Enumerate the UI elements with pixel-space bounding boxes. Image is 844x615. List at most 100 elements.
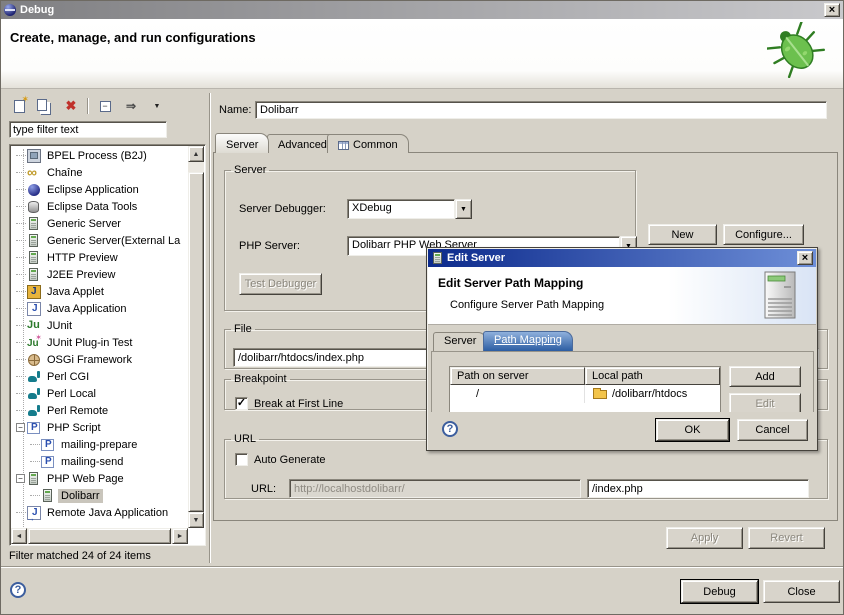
tree-item-junit[interactable]: JUnit (11, 317, 188, 334)
tree-connector (16, 206, 26, 207)
tree-item-eclipse-data-tools[interactable]: Eclipse Data Tools (11, 198, 188, 215)
tree-item-perl-local[interactable]: Perl Local (11, 385, 188, 402)
horizontal-scroll-thumb[interactable] (28, 528, 171, 544)
tree-item-eclipse-application[interactable]: Eclipse Application (11, 181, 188, 198)
tree-item-osgi-framework[interactable]: OSGi Framework (11, 351, 188, 368)
tree-item-php-script[interactable]: −PHP Script (11, 419, 188, 436)
dialog-tab-path-mapping[interactable]: Path Mapping (483, 331, 573, 351)
tree-item-label: Remote Java Application (44, 506, 171, 520)
name-input[interactable] (255, 101, 827, 119)
tree-item-cha-ne[interactable]: Chaîne (11, 164, 188, 181)
server-debugger-value: XDebug (347, 199, 455, 219)
tree-item-label: JUnit (44, 319, 75, 333)
chevron-down-icon[interactable]: ▼ (455, 199, 472, 219)
tree-item-label: mailing-prepare (58, 438, 140, 452)
tree-item-junit-plug-in-test[interactable]: JUnit Plug-in Test (11, 334, 188, 351)
dialog-close-button[interactable]: × (797, 251, 813, 265)
scroll-left-icon[interactable]: ◄ (11, 528, 27, 544)
tree-item-label: Perl CGI (44, 370, 92, 384)
server-icon (29, 268, 38, 281)
cancel-button[interactable]: Cancel (737, 419, 808, 441)
tree-connector (16, 240, 26, 241)
delete-icon[interactable]: ✖ (61, 97, 81, 115)
tree-connector (16, 325, 26, 326)
scroll-right-icon[interactable]: ► (172, 528, 188, 544)
break-first-line-checkbox[interactable]: ✓ (235, 397, 248, 410)
tree-item-perl-cgi[interactable]: Perl CGI (11, 368, 188, 385)
path-on-server-cell: / (450, 385, 585, 403)
ok-button[interactable]: OK (656, 419, 729, 441)
tree-item-label: JUnit Plug-in Test (44, 336, 135, 350)
tree-item-perl-remote[interactable]: Perl Remote (11, 402, 188, 419)
window-close-button[interactable]: × (824, 3, 840, 17)
revert-button[interactable]: Revert (748, 527, 825, 549)
dialog-tab-server[interactable]: Server (433, 332, 487, 351)
header-banner: Create, manage, and run configurations (1, 19, 843, 89)
tree-item-java-applet[interactable]: Java Applet (11, 283, 188, 300)
java-icon (27, 302, 41, 316)
path-mapping-row[interactable]: //dolibarr/htdocs (450, 385, 720, 403)
tree-item-remote-java-application[interactable]: Remote Java Application (11, 504, 188, 521)
duplicate-icon[interactable] (35, 97, 55, 115)
edit-button[interactable]: Edit (729, 393, 801, 414)
url-group-legend: URL (231, 433, 259, 445)
edit-server-dialog: Edit Server × Edit Server Path Mapping C… (426, 247, 818, 451)
tree-horizontal-scrollbar[interactable]: ◄ ► (11, 528, 188, 544)
tree-vertical-scrollbar[interactable]: ▲ ▼ (188, 146, 204, 528)
auto-generate-label: Auto Generate (254, 454, 326, 466)
dialog-tab-server-label: Server (444, 335, 476, 347)
tree-connector (16, 393, 26, 394)
close-button[interactable]: Close (763, 580, 840, 603)
new-server-button[interactable]: New (648, 224, 717, 245)
collapse-all-icon[interactable]: − (95, 97, 115, 115)
url-path-input[interactable] (587, 479, 809, 498)
dialog-help-icon[interactable]: ? (442, 421, 458, 437)
tree-item-mailing-send[interactable]: mailing-send (11, 453, 188, 470)
dropdown-caret-icon[interactable]: ▼ (147, 97, 167, 115)
tree-item-generic-server-external-la[interactable]: Generic Server(External La (11, 232, 188, 249)
server-debugger-combo[interactable]: XDebug ▼ (347, 199, 472, 219)
footer-separator (1, 566, 844, 568)
tab-common[interactable]: Common (327, 134, 409, 153)
test-debugger-button[interactable]: Test Debugger (239, 273, 322, 295)
debug-button[interactable]: Debug (681, 580, 758, 603)
column-path-on-server[interactable]: Path on server (450, 367, 585, 385)
scroll-down-icon[interactable]: ▼ (188, 512, 204, 528)
server-icon (29, 472, 38, 485)
tree-item-generic-server[interactable]: Generic Server (11, 215, 188, 232)
tab-common-label: Common (353, 139, 398, 151)
table-icon (338, 141, 349, 150)
tree-item-php-web-page[interactable]: −PHP Web Page (11, 470, 188, 487)
vertical-scroll-thumb[interactable] (188, 172, 204, 512)
filter-icon[interactable]: ⇒ (121, 97, 141, 115)
tree-item-bpel-process-b2j-[interactable]: BPEL Process (B2J) (11, 147, 188, 164)
tree-item-mailing-prepare[interactable]: mailing-prepare (11, 436, 188, 453)
tree-item-j2ee-preview[interactable]: J2EE Preview (11, 266, 188, 283)
breakpoint-group-legend: Breakpoint (231, 373, 290, 385)
collapse-expander-icon[interactable]: − (16, 423, 25, 432)
tree-connector (16, 342, 26, 343)
php-icon (41, 439, 54, 451)
server-icon (29, 217, 38, 230)
bpel-icon (27, 149, 41, 163)
configure-button[interactable]: Configure... (723, 224, 804, 245)
scroll-up-icon[interactable]: ▲ (188, 146, 204, 162)
path-mapping-table: Path on server Local path //dolibarr/htd… (449, 366, 721, 414)
tree-item-java-application[interactable]: Java Application (11, 300, 188, 317)
help-icon[interactable]: ? (10, 582, 26, 598)
auto-generate-row: Auto Generate (235, 453, 326, 466)
tab-server[interactable]: Server (215, 133, 269, 153)
new-configuration-icon[interactable]: ✶ (9, 97, 29, 115)
tree-connector (30, 461, 40, 462)
column-local-path[interactable]: Local path (585, 367, 720, 385)
tree-item-http-preview[interactable]: HTTP Preview (11, 249, 188, 266)
collapse-expander-icon[interactable]: − (16, 474, 25, 483)
filter-input[interactable] (9, 121, 167, 138)
tree-item-dolibarr[interactable]: Dolibarr (11, 487, 188, 504)
server-icon (43, 489, 52, 502)
apply-button[interactable]: Apply (666, 527, 743, 549)
auto-generate-checkbox[interactable] (235, 453, 248, 466)
add-button[interactable]: Add (729, 366, 801, 387)
php-server-label: PHP Server: (239, 240, 300, 252)
tree-item-label: mailing-send (58, 455, 126, 469)
